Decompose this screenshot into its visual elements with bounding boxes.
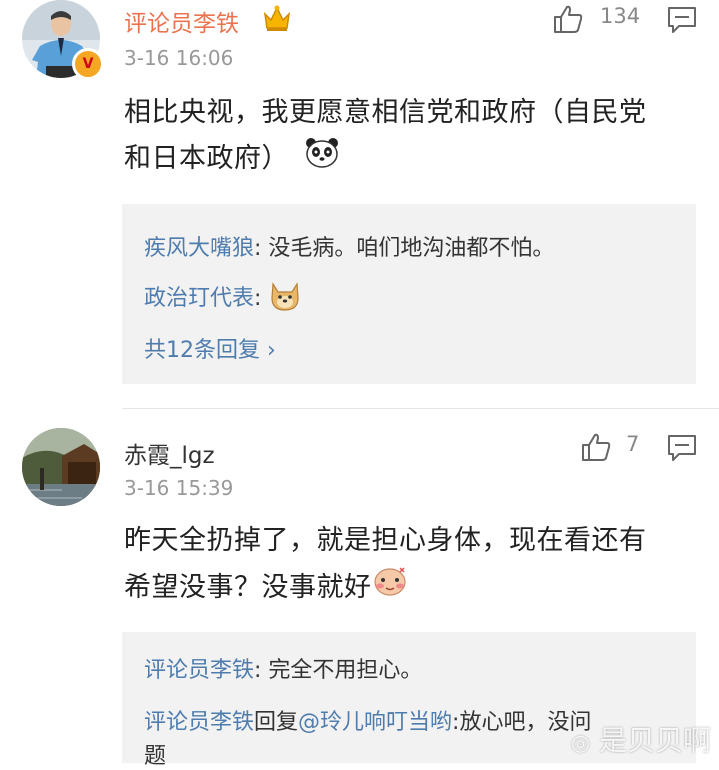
comment-icon[interactable]	[667, 434, 697, 466]
reply-item[interactable]: 疾风大嘴狼: 没毛病。咱们地沟油都不怕。	[144, 230, 554, 262]
reply-separator: :	[254, 286, 269, 311]
thumbs-up-icon[interactable]	[580, 432, 612, 466]
comment-item: 赤霞_lgz 3-16 15:39 7 昨天全扔掉了，就是担心身体，现在看还有 …	[0, 420, 719, 769]
comment-text: 昨天全扔掉了，就是担心身体，现在看还有 希望没事？没事就好	[124, 518, 647, 613]
reply-item[interactable]: 评论员李铁: 完全不用担心。	[144, 652, 422, 684]
comment-item: V 评论员李铁 3-16 16:06 134 相比央视，我更愿意相信党和政府（自…	[0, 0, 719, 400]
watermark-text: 是贝贝啊	[598, 724, 711, 757]
watermark: ◎ 是贝贝啊	[571, 719, 711, 759]
username[interactable]: 评论员李铁	[124, 4, 239, 38]
doge-emoji-icon	[268, 280, 302, 318]
reply-author[interactable]: 评论员李铁	[144, 658, 254, 683]
crown-icon	[262, 4, 292, 36]
reply-author[interactable]: 评论员李铁	[144, 710, 254, 735]
reply-verb: 回复	[254, 710, 299, 735]
reply-item: 题	[144, 738, 166, 770]
mention-link[interactable]: @玲儿响叮当哟	[298, 710, 452, 735]
reply-item[interactable]: 政治玎代表:	[144, 280, 302, 318]
comment-text-line: 和日本政府）	[124, 143, 289, 174]
like-count: 7	[626, 432, 640, 456]
reply-text: 题	[144, 744, 167, 769]
more-replies-link[interactable]: 共12条回复 ›	[144, 332, 276, 364]
panda-emoji-icon	[304, 136, 340, 183]
comment-text-line: 希望没事？没事就好	[124, 572, 372, 603]
avatar[interactable]	[22, 428, 100, 506]
comment-text-line: 相比央视，我更愿意相信党和政府（自民党	[124, 97, 647, 128]
thumbs-up-icon[interactable]	[552, 4, 584, 38]
reply-separator: :	[254, 236, 269, 261]
comment-text-line: 昨天全扔掉了，就是担心身体，现在看还有	[124, 525, 647, 556]
reply-separator: :	[254, 658, 269, 683]
timestamp: 3-16 15:39	[124, 476, 234, 500]
replies-box: 疾风大嘴狼: 没毛病。咱们地沟油都不怕。 政治玎代表: 共12条回复 ›	[122, 204, 696, 384]
reply-author[interactable]: 政治玎代表	[144, 286, 254, 311]
comment-icon[interactable]	[667, 6, 697, 38]
reply-text: 没毛病。咱们地沟油都不怕。	[268, 236, 555, 261]
like-count: 134	[600, 4, 641, 28]
weibo-logo-icon: ◎	[570, 731, 591, 756]
shy-face-emoji-icon	[372, 564, 408, 613]
timestamp: 3-16 16:06	[124, 46, 234, 70]
reply-author[interactable]: 疾风大嘴狼	[144, 236, 254, 261]
reply-item[interactable]: 评论员李铁回复@玲儿响叮当哟:放心吧，没问	[144, 704, 591, 736]
comment-text: 相比央视，我更愿意相信党和政府（自民党 和日本政府）	[124, 90, 647, 183]
reply-text: 完全不用担心。	[268, 658, 423, 683]
username[interactable]: 赤霞_lgz	[124, 436, 215, 470]
verified-badge: V	[72, 48, 104, 80]
divider	[122, 408, 719, 409]
